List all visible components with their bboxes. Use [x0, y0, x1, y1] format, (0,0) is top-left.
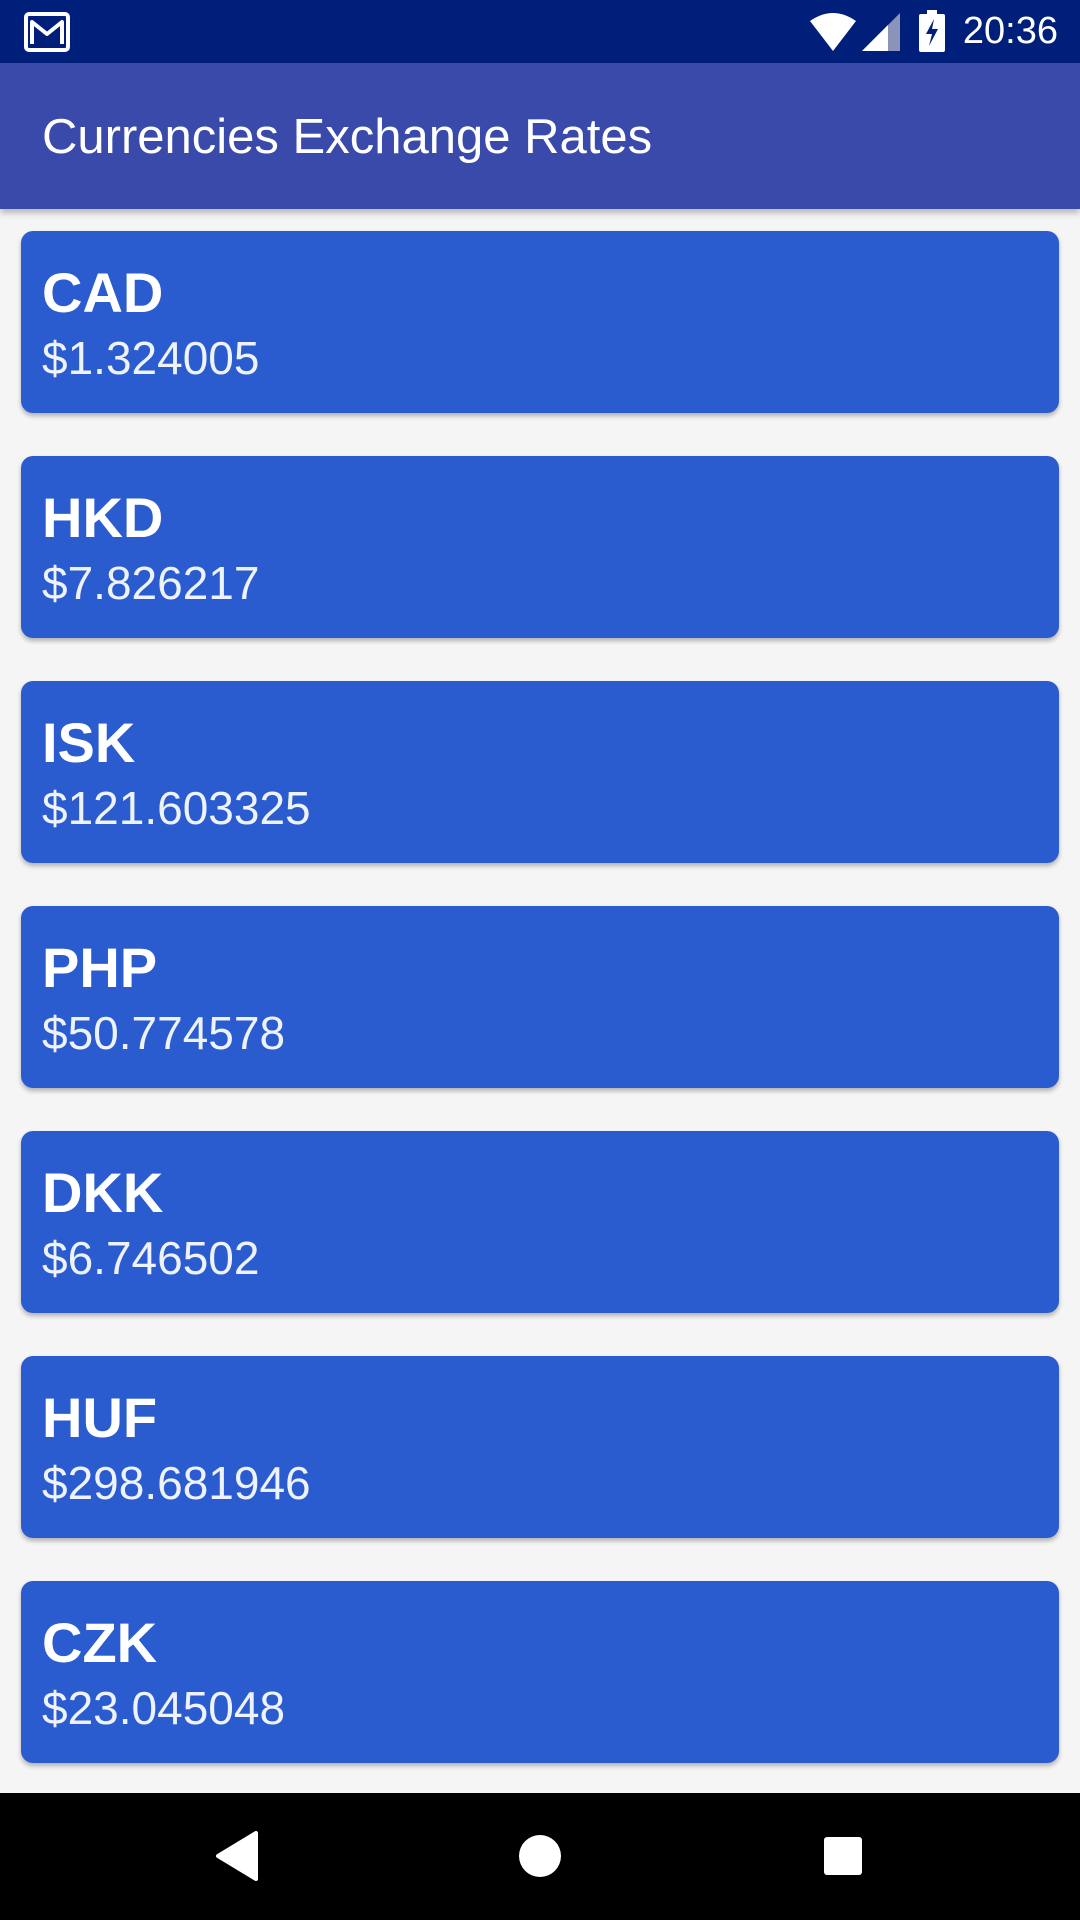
currency-card-cad[interactable]: CAD $1.324005: [21, 231, 1059, 413]
currency-code: ISK: [42, 711, 136, 774]
currency-card-huf[interactable]: HUF $298.681946: [21, 1356, 1059, 1538]
cell-signal-icon: [862, 13, 900, 51]
currency-list[interactable]: CAD $1.324005 HKD $7.826217 ISK $121.603…: [0, 209, 1080, 1793]
currency-rate: $6.746502: [42, 1232, 260, 1284]
currency-card-php[interactable]: PHP $50.774578: [21, 906, 1059, 1088]
currency-rate: $50.774578: [42, 1007, 286, 1059]
currency-code: HUF: [42, 1386, 158, 1449]
currency-rate: $298.681946: [42, 1457, 311, 1509]
currency-code: CZK: [42, 1611, 158, 1674]
status-bar: 20:36: [0, 0, 1080, 63]
battery-charging-icon: [919, 10, 945, 52]
currency-code: CAD: [42, 261, 164, 324]
currency-code: HKD: [42, 486, 164, 549]
currency-code: DKK: [42, 1161, 164, 1224]
currency-rate: $23.045048: [42, 1682, 286, 1734]
status-clock: 20:36: [962, 10, 1058, 52]
currency-card-isk[interactable]: ISK $121.603325: [21, 681, 1059, 863]
currency-rate: $7.826217: [42, 557, 260, 609]
currency-card-czk[interactable]: CZK $23.045048: [21, 1581, 1059, 1763]
page-title: Currencies Exchange Rates: [42, 110, 653, 164]
currency-code: PHP: [42, 936, 158, 999]
app-bar: Currencies Exchange Rates: [0, 63, 1080, 209]
recents-icon[interactable]: [810, 1823, 876, 1889]
currency-card-hkd[interactable]: HKD $7.826217: [21, 456, 1059, 638]
back-icon[interactable]: [204, 1823, 270, 1889]
wifi-icon: [810, 13, 856, 51]
currency-rate: $1.324005: [42, 332, 260, 384]
currency-card-dkk[interactable]: DKK $6.746502: [21, 1131, 1059, 1313]
currency-rate: $121.603325: [42, 782, 311, 834]
home-icon[interactable]: [507, 1823, 573, 1889]
gmail-icon: [24, 12, 70, 52]
navigation-bar: [0, 1793, 1080, 1920]
